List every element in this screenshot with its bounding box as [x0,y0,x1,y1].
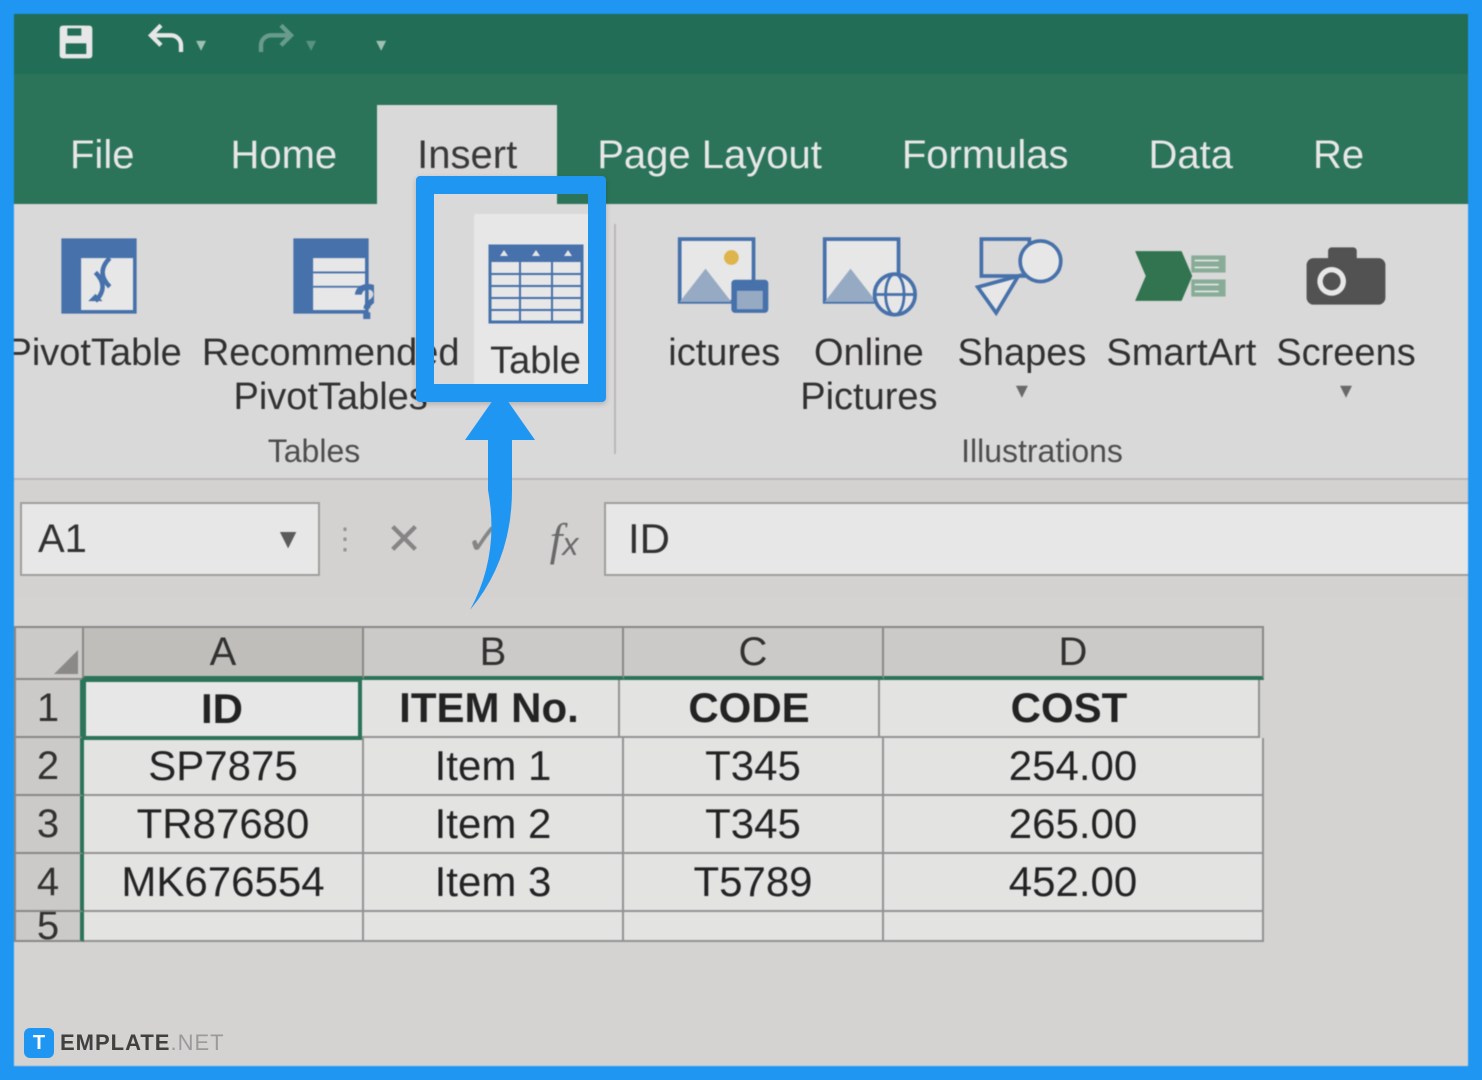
formula-value: ID [628,515,670,563]
column-header-b[interactable]: B [364,626,624,680]
pictures-label: ictures [668,332,780,376]
cancel-formula-button[interactable]: ✕ [364,514,444,565]
watermark: T EMPLATE.NET [24,1028,225,1058]
row-header-3[interactable]: 3 [14,796,84,854]
tutorial-highlight-box [416,176,606,402]
cell-d1[interactable]: COST [880,680,1260,738]
redo-dropdown-icon: ▾ [306,32,316,57]
recommended-pivot-tables-icon: ? [288,224,374,328]
formula-bar: A1 ▼ ⋮ ✕ ✓ fx ID [14,478,1468,598]
column-header-d[interactable]: D [884,626,1264,680]
cell-b2[interactable]: Item 1 [364,738,624,796]
formula-input[interactable]: ID [604,502,1468,576]
shapes-dropdown-icon[interactable]: ▾ [1016,376,1028,405]
row-header-5[interactable]: 5 [14,912,84,942]
name-box-dropdown-icon[interactable]: ▼ [274,523,302,555]
column-headers: A B C D [14,626,1468,680]
group-label-tables: Tables [14,433,614,470]
shapes-button[interactable]: Shapes ▾ [948,214,1097,405]
ribbon: PivotTable ? Recommended PivotTables Tab… [14,204,1468,478]
online-pictures-icon [821,224,917,328]
cell-a5[interactable] [84,912,364,942]
cell-a2[interactable]: SP7875 [84,738,364,796]
shapes-label: Shapes [958,332,1087,376]
name-box[interactable]: A1 ▼ [20,502,320,576]
svg-text:?: ? [352,274,374,319]
save-icon[interactable] [56,22,96,67]
online-pictures-button[interactable]: Online Pictures [790,214,947,419]
cell-a1[interactable]: ID [82,678,362,740]
row-4: 4 MK676554 Item 3 T5789 452.00 [14,854,1468,912]
undo-icon[interactable] [146,22,186,67]
cell-c2[interactable]: T345 [624,738,884,796]
column-header-a[interactable]: A [84,626,364,680]
screenshot-icon [1303,224,1389,328]
enter-formula-button[interactable]: ✓ [444,514,524,565]
watermark-text: EMPLATE.NET [60,1030,225,1056]
screenshot-button[interactable]: Screens ▾ [1266,214,1425,405]
cell-d2[interactable]: 254.00 [884,738,1264,796]
online-pictures-label: Online Pictures [800,332,937,419]
watermark-icon: T [24,1028,54,1058]
cell-b1[interactable]: ITEM No. [360,680,620,738]
name-box-value: A1 [38,517,87,562]
row-header-4[interactable]: 4 [14,854,84,912]
row-header-1[interactable]: 1 [14,680,84,738]
cell-d4[interactable]: 452.00 [884,854,1264,912]
tab-file[interactable]: File [14,105,190,204]
select-all-corner[interactable] [14,626,84,680]
cell-d3[interactable]: 265.00 [884,796,1264,854]
tab-home[interactable]: Home [190,105,377,204]
cell-c4[interactable]: T5789 [624,854,884,912]
insert-function-button[interactable]: fx [524,513,604,566]
column-header-c[interactable]: C [624,626,884,680]
tab-data[interactable]: Data [1109,105,1274,204]
cell-c1[interactable]: CODE [620,680,880,738]
tab-formulas[interactable]: Formulas [862,105,1109,204]
smartart-button[interactable]: SmartArt [1096,214,1266,376]
shapes-icon [974,224,1070,328]
cell-b4[interactable]: Item 3 [364,854,624,912]
quick-access-toolbar: ▾ ▾ ▾ [14,14,1468,74]
redo-icon [256,22,296,67]
customize-qat-icon[interactable]: ▾ [376,32,386,57]
cell-a4[interactable]: MK676554 [84,854,364,912]
tab-review[interactable]: Re [1273,105,1404,204]
screenshot-label: Screens [1276,332,1415,376]
cell-d5[interactable] [884,912,1264,942]
screenshot-dropdown-icon[interactable]: ▾ [1340,376,1352,405]
group-label-illustrations: Illustrations [616,433,1468,470]
undo-dropdown-icon[interactable]: ▾ [196,32,206,57]
spreadsheet-grid[interactable]: A B C D 1 ID ITEM No. CODE COST 2 SP7875… [14,626,1468,942]
excel-window: ▾ ▾ ▾ File Home Insert Page Layout Formu… [14,14,1468,1066]
pivot-table-button[interactable]: PivotTable [14,214,192,376]
row-2: 2 SP7875 Item 1 T345 254.00 [14,738,1468,796]
ribbon-group-illustrations: ictures Online Pictures Shapes ▾ [616,214,1468,478]
cell-c3[interactable]: T345 [624,796,884,854]
ribbon-tabs: File Home Insert Page Layout Formulas Da… [14,74,1468,204]
smartart-label: SmartArt [1106,332,1256,376]
cell-b3[interactable]: Item 2 [364,796,624,854]
cell-b5[interactable] [364,912,624,942]
formula-bar-grip: ⋮ [330,522,354,557]
cell-a3[interactable]: TR87680 [84,796,364,854]
cell-c5[interactable] [624,912,884,942]
row-header-2[interactable]: 2 [14,738,84,796]
row-3: 3 TR87680 Item 2 T345 265.00 [14,796,1468,854]
smartart-icon [1133,224,1229,328]
row-1: 1 ID ITEM No. CODE COST [14,680,1468,738]
pivot-table-icon [56,224,142,328]
pictures-button[interactable]: ictures [658,214,790,376]
row-5-partial: 5 [14,912,1468,942]
pictures-icon [676,224,772,328]
pivot-table-label: PivotTable [14,332,182,376]
